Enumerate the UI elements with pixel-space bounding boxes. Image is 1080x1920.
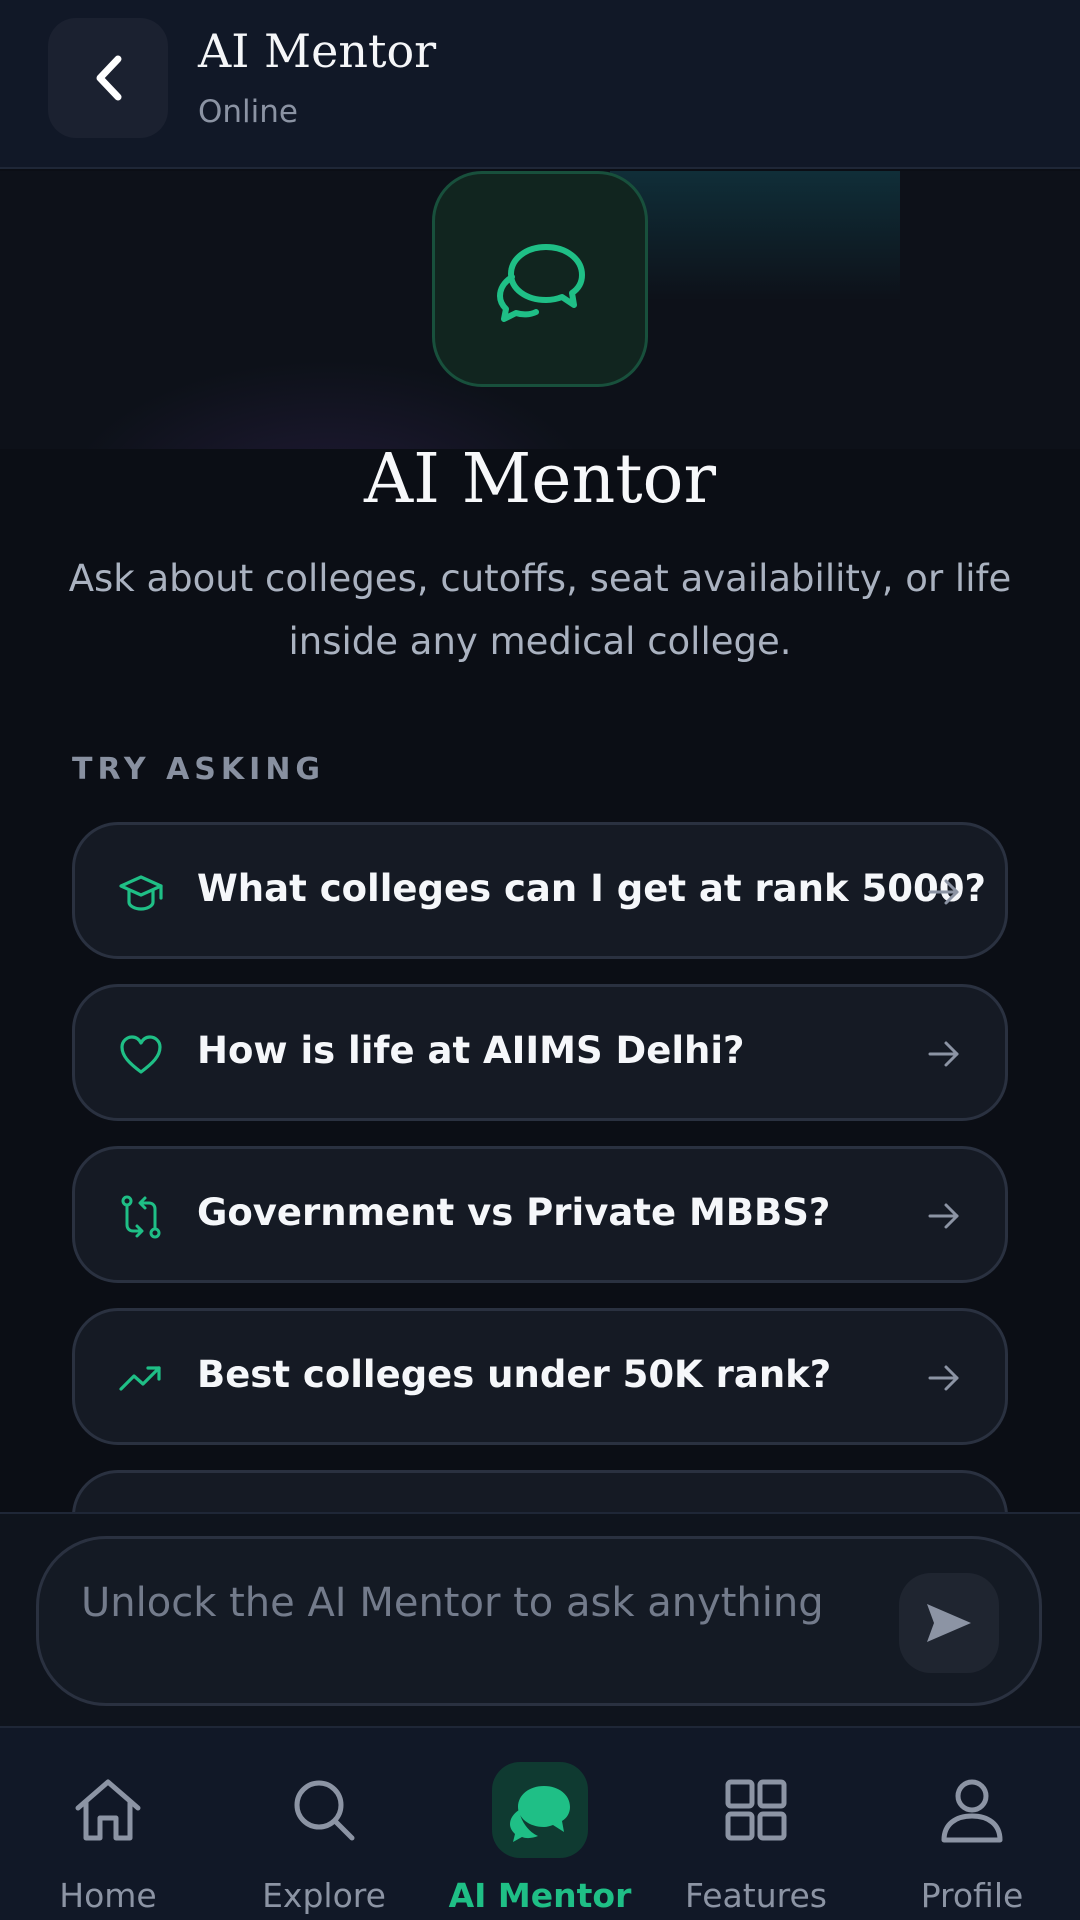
chat-bubbles-icon	[510, 1786, 570, 1842]
arrow-right-icon	[928, 1041, 959, 1067]
suggestion-card-gov-vs-private[interactable]: Government vs Private MBBS?	[72, 1146, 1008, 1283]
nav-item-home[interactable]: Home	[0, 1728, 216, 1920]
nav-icon-wrap	[276, 1762, 372, 1858]
heart-icon	[120, 1035, 162, 1074]
chevron-left-icon	[96, 55, 122, 101]
hero-glow	[610, 171, 900, 301]
ai-mentor-screen: AI Mentor Online AI Mentor Ask about col…	[0, 0, 1080, 1920]
nav-icon-wrap	[708, 1762, 804, 1858]
suggestion-list: What colleges can I get at rank 5000? Ho…	[72, 822, 1008, 1512]
user-icon	[941, 1779, 1003, 1843]
suggestion-text: Best colleges under 50K rank?	[197, 1353, 832, 1396]
arrow-right-icon	[928, 1203, 959, 1229]
compare-arrows-icon	[121, 1195, 161, 1239]
composer-bar	[0, 1512, 1080, 1726]
suggestion-text: Government vs Private MBBS?	[197, 1191, 831, 1234]
nav-label: AI Mentor	[448, 1876, 632, 1915]
bottom-nav: Home Explore AI Mentor Features Profile	[0, 1726, 1080, 1920]
arrow-right-icon	[928, 879, 959, 905]
message-composer	[36, 1536, 1042, 1706]
suggestion-card-partial[interactable]	[72, 1470, 1008, 1512]
nav-label: Home	[59, 1876, 157, 1915]
arrow-right-icon	[928, 1365, 959, 1391]
suggestion-card-rank-5000[interactable]: What colleges can I get at rank 5000?	[72, 822, 1008, 959]
hero-icon-tile	[432, 171, 648, 387]
nav-item-explore[interactable]: Explore	[216, 1728, 432, 1920]
nav-item-ai-mentor[interactable]: AI Mentor	[432, 1728, 648, 1920]
nav-label: Profile	[920, 1876, 1024, 1915]
nav-icon-wrap	[492, 1762, 588, 1858]
grid-icon	[725, 1779, 787, 1841]
app-header: AI Mentor Online	[0, 0, 1080, 169]
nav-item-profile[interactable]: Profile	[864, 1728, 1080, 1920]
back-button[interactable]	[48, 18, 168, 138]
nav-icon-wrap	[60, 1762, 156, 1858]
page-title: AI Mentor	[363, 440, 717, 519]
suggestion-card-aiims-life[interactable]: How is life at AIIMS Delhi?	[72, 984, 1008, 1121]
nav-icon-wrap	[924, 1762, 1020, 1858]
nav-item-features[interactable]: Features	[648, 1728, 864, 1920]
suggestion-card-under-50k[interactable]: Best colleges under 50K rank?	[72, 1308, 1008, 1445]
nav-label: Features	[685, 1876, 827, 1915]
home-icon	[75, 1779, 141, 1841]
suggestion-text: How is life at AIIMS Delhi?	[197, 1029, 745, 1072]
message-input[interactable]	[81, 1573, 861, 1633]
send-icon	[927, 1604, 971, 1642]
online-status: Online	[198, 94, 298, 130]
header-title: AI Mentor	[198, 24, 437, 78]
nav-label: Explore	[262, 1876, 386, 1915]
chat-bubbles-icon	[497, 244, 585, 322]
send-button[interactable]	[899, 1573, 999, 1673]
graduation-cap-icon	[119, 875, 163, 911]
page-subtitle: Ask about colleges, cutoffs, seat availa…	[68, 557, 1012, 663]
suggestion-text: What colleges can I get at rank 5000?	[197, 867, 986, 910]
search-icon	[294, 1780, 355, 1841]
try-asking-label: TRY ASKING	[72, 752, 326, 787]
trending-up-icon	[119, 1366, 161, 1391]
